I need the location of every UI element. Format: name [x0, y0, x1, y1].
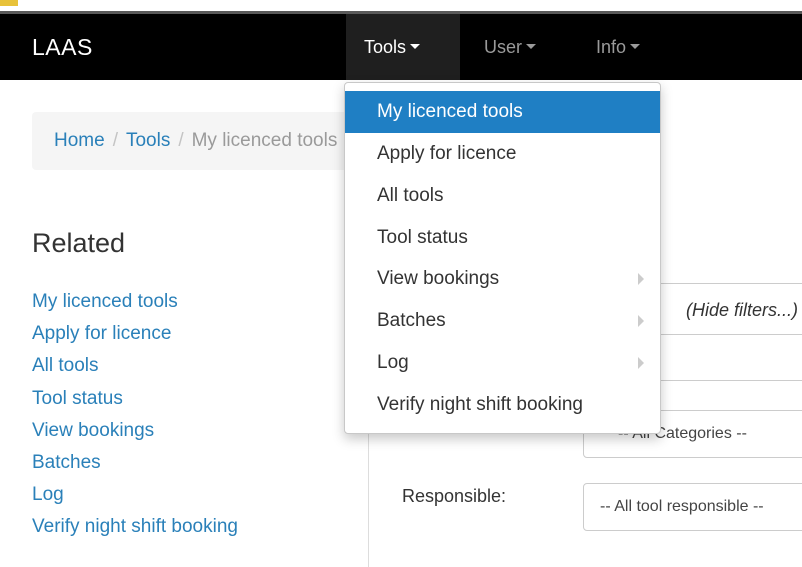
related-link-log[interactable]: Log: [32, 479, 238, 511]
submenu-arrow-icon: [638, 356, 644, 369]
related-link-all-tools[interactable]: All tools: [32, 350, 238, 382]
menu-item-apply-for-licence[interactable]: Apply for licence: [345, 133, 660, 175]
responsible-select-value: -- All tool responsible --: [600, 498, 764, 515]
menu-item-label: Apply for licence: [377, 143, 517, 164]
related-link-apply-for-licence[interactable]: Apply for licence: [32, 318, 238, 350]
responsible-label: Responsible:: [402, 486, 507, 506]
menu-item-label: Batches: [377, 310, 446, 332]
menu-item-label: Log: [377, 351, 409, 373]
submenu-arrow-icon: [638, 315, 644, 328]
menu-item-batches[interactable]: Batches: [345, 300, 660, 342]
nav-tools-label: Tools: [364, 37, 407, 57]
nav-user[interactable]: User: [466, 14, 566, 80]
top-accent: [0, 0, 18, 6]
menu-item-tool-status[interactable]: Tool status: [345, 217, 660, 259]
caret-down-icon: [526, 43, 537, 49]
nav-info-label: Info: [596, 37, 627, 57]
related-links: My licenced tools Apply for licence All …: [32, 286, 238, 544]
brand-logo[interactable]: LAAS: [32, 34, 93, 61]
menu-item-log[interactable]: Log: [345, 342, 660, 384]
tools-dropdown-menu: My licenced tools Apply for licence All …: [344, 82, 661, 434]
menu-item-label: My licenced tools: [377, 101, 523, 122]
menu-item-label: Tool status: [377, 226, 468, 248]
breadcrumb-current: My licenced tools: [191, 130, 338, 151]
menu-item-verify-night-shift-booking[interactable]: Verify night shift booking: [345, 384, 660, 426]
related-link-tool-status[interactable]: Tool status: [32, 383, 238, 415]
window-top-strip: [0, 0, 802, 14]
breadcrumb-separator: /: [112, 130, 118, 151]
breadcrumb-tools[interactable]: Tools: [126, 130, 170, 151]
related-link-verify-night-shift-booking[interactable]: Verify night shift booking: [32, 511, 238, 543]
nav-info[interactable]: Info: [578, 14, 668, 80]
hide-filters-label: (Hide filters...): [686, 300, 799, 320]
related-heading: Related: [32, 228, 126, 258]
menu-item-view-bookings[interactable]: View bookings: [345, 258, 660, 300]
navbar: LAAS Tools User Info: [0, 14, 802, 80]
menu-item-my-licenced-tools[interactable]: My licenced tools: [345, 91, 660, 133]
nav-user-label: User: [484, 37, 523, 57]
responsible-select[interactable]: -- All tool responsible --: [583, 483, 802, 531]
breadcrumb-home[interactable]: Home: [54, 130, 105, 151]
related-link-my-licenced-tools[interactable]: My licenced tools: [32, 286, 238, 318]
menu-item-label: Verify night shift booking: [377, 393, 583, 415]
caret-down-icon: [410, 43, 421, 49]
menu-item-all-tools[interactable]: All tools: [345, 175, 660, 217]
caret-down-icon: [630, 43, 641, 49]
menu-item-label: All tools: [377, 184, 444, 206]
menu-item-label: View bookings: [377, 268, 500, 290]
submenu-arrow-icon: [638, 273, 644, 286]
related-link-view-bookings[interactable]: View bookings: [32, 415, 238, 447]
breadcrumb-separator: /: [178, 130, 184, 151]
related-link-batches[interactable]: Batches: [32, 447, 238, 479]
nav-tools[interactable]: Tools: [346, 14, 460, 80]
